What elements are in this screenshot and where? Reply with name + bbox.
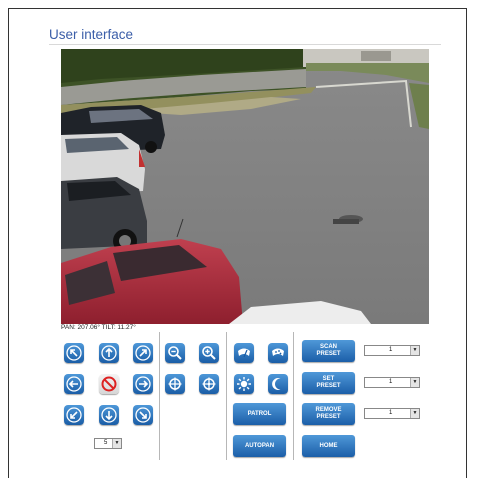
arrow-down-icon bbox=[101, 407, 117, 423]
speed-select-value: 5 bbox=[104, 440, 108, 446]
chevron-down-icon: ▼ bbox=[410, 378, 419, 387]
wiper-icon bbox=[238, 348, 250, 358]
stop-button[interactable] bbox=[99, 374, 119, 394]
focus-far-icon bbox=[202, 377, 216, 391]
move-down-button[interactable] bbox=[99, 405, 119, 425]
page-title: User interface bbox=[49, 27, 134, 42]
divider-2 bbox=[226, 332, 227, 460]
focus-near-icon bbox=[168, 377, 182, 391]
chevron-down-icon: ▼ bbox=[112, 439, 121, 448]
move-up-right-button[interactable] bbox=[133, 343, 153, 363]
remove-preset-select[interactable]: 1 ▼ bbox=[364, 408, 420, 419]
arrow-left-icon bbox=[66, 376, 82, 392]
day-mode-button[interactable] bbox=[234, 374, 254, 394]
arrow-right-icon bbox=[135, 376, 151, 392]
stop-icon bbox=[101, 376, 117, 392]
move-up-left-button[interactable] bbox=[64, 343, 84, 363]
washer-icon bbox=[272, 348, 284, 356]
pan-tilt-readout: PAN: 207.06° TILT: 11.27° bbox=[61, 324, 136, 331]
home-button[interactable]: HOME bbox=[302, 435, 355, 457]
divider-3 bbox=[293, 332, 294, 460]
set-preset-value: 1 bbox=[389, 379, 393, 385]
camera-video-feed[interactable] bbox=[61, 49, 429, 324]
set-preset-button[interactable]: SET PRESET bbox=[302, 372, 355, 394]
remove-preset-button[interactable]: REMOVE PRESET bbox=[302, 403, 355, 425]
moon-icon bbox=[272, 378, 281, 390]
arrow-down-left-icon bbox=[66, 407, 82, 423]
chevron-down-icon: ▼ bbox=[410, 409, 419, 418]
patrol-button[interactable]: PATROL bbox=[233, 403, 286, 425]
chevron-down-icon: ▼ bbox=[410, 346, 419, 355]
washer-button[interactable] bbox=[268, 343, 288, 363]
focus-far-button[interactable] bbox=[199, 374, 219, 394]
scan-preset-value: 1 bbox=[389, 347, 393, 353]
zoom-out-button[interactable] bbox=[165, 343, 185, 363]
zoom-out-icon bbox=[168, 346, 182, 360]
move-left-button[interactable] bbox=[64, 374, 84, 394]
scan-preset-button[interactable]: SCAN PRESET bbox=[302, 340, 355, 362]
focus-near-button[interactable] bbox=[165, 374, 185, 394]
arrow-up-right-icon bbox=[135, 345, 151, 361]
zoom-in-icon bbox=[202, 346, 216, 360]
set-preset-select[interactable]: 1 ▼ bbox=[364, 377, 420, 388]
arrow-up-left-icon bbox=[66, 345, 82, 361]
arrow-down-right-icon bbox=[135, 407, 151, 423]
arrow-up-icon bbox=[101, 345, 117, 361]
move-right-button[interactable] bbox=[133, 374, 153, 394]
scan-preset-select[interactable]: 1 ▼ bbox=[364, 345, 420, 356]
move-down-left-button[interactable] bbox=[64, 405, 84, 425]
remove-preset-value: 1 bbox=[389, 410, 393, 416]
night-mode-button[interactable] bbox=[268, 374, 288, 394]
move-up-button[interactable] bbox=[99, 343, 119, 363]
autopan-button[interactable]: AUTOPAN bbox=[233, 435, 286, 457]
divider-1 bbox=[159, 332, 160, 460]
move-down-right-button[interactable] bbox=[133, 405, 153, 425]
speed-select[interactable]: 5 ▼ bbox=[94, 438, 122, 449]
camera-scene bbox=[61, 49, 429, 324]
title-divider bbox=[49, 44, 441, 45]
zoom-in-button[interactable] bbox=[199, 343, 219, 363]
wiper-button[interactable] bbox=[234, 343, 254, 363]
sun-icon bbox=[237, 377, 251, 391]
